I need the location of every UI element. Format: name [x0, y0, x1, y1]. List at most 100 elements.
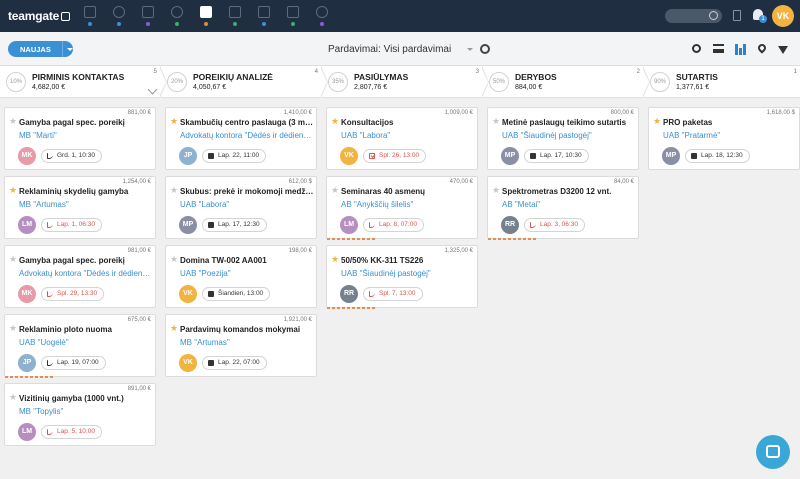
- deal-title[interactable]: Skambučių centro paslauga (3 mėn.): [180, 118, 314, 127]
- deal-company-link[interactable]: UAB "Labora": [180, 200, 314, 209]
- star-icon[interactable]: ★: [170, 186, 178, 195]
- deal-title[interactable]: Reklaminio ploto nuoma: [19, 325, 153, 334]
- deal-company-link[interactable]: UAB "Šiaudinėj pastogėj": [341, 269, 475, 278]
- dashboard-icon[interactable]: [82, 4, 98, 28]
- board-view-icon[interactable]: [735, 44, 746, 55]
- new-deal-button[interactable]: NAUJAS: [8, 41, 73, 57]
- deal-title[interactable]: Reklaminių skydelių gamyba: [19, 187, 153, 196]
- chat-button[interactable]: [756, 435, 790, 469]
- app-logo[interactable]: teamgate: [8, 9, 71, 23]
- deal-company-link[interactable]: UAB "Labora": [341, 131, 475, 140]
- next-activity-badge[interactable]: Spl. 7, 13:00: [363, 287, 423, 301]
- stage-header[interactable]: 35% PASIŪLYMAS 2,807,76 € 3: [322, 66, 489, 98]
- deal-company-link[interactable]: UAB "Uogelė": [19, 338, 153, 347]
- next-activity-badge[interactable]: Spl. 26, 13:00: [363, 149, 427, 163]
- deal-card[interactable]: 1,254,00 € ★ Reklaminių skydelių gamyba MB …: [4, 176, 156, 239]
- deal-title[interactable]: Gamyba pagal spec. poreikį: [19, 118, 153, 127]
- deal-title[interactable]: Skubus: prekė ir mokomoji medžiaga: [180, 187, 314, 196]
- star-icon[interactable]: ★: [9, 393, 17, 402]
- owner-avatar[interactable]: JP: [179, 147, 197, 165]
- star-icon[interactable]: ★: [492, 186, 500, 195]
- deal-card[interactable]: 1,921,00 € ★ Pardavimų komandos mokymai MB …: [165, 314, 317, 377]
- next-activity-badge[interactable]: Lap. 17, 12:30: [202, 218, 267, 232]
- deal-card[interactable]: 981,00 € ★ Gamyba pagal spec. poreikį Advok…: [4, 245, 156, 308]
- deal-card[interactable]: 1,009,00 € ★ Konsultacijos UAB "Labora" VK Sp…: [326, 107, 478, 170]
- deal-company-link[interactable]: Advokatų kontora "Dėdės ir dėdienės": [19, 269, 153, 278]
- reports-icon[interactable]: [314, 4, 330, 28]
- stage-header[interactable]: 50% DERYBOS 884,00 € 2: [483, 66, 650, 98]
- gear-icon[interactable]: [480, 44, 490, 54]
- deal-title[interactable]: Gamyba pagal spec. poreikį: [19, 256, 153, 265]
- star-icon[interactable]: ★: [170, 255, 178, 264]
- deal-title[interactable]: 50/50% KK-311 TS226: [341, 256, 475, 265]
- calendar-icon[interactable]: [227, 4, 243, 28]
- map-pin-icon[interactable]: [756, 42, 768, 54]
- star-icon[interactable]: ★: [653, 117, 661, 126]
- deal-card[interactable]: 1,410,00 € ★ Skambučių centro paslauga (3 …: [165, 107, 317, 170]
- star-icon[interactable]: ★: [492, 117, 500, 126]
- collapse-icon[interactable]: [147, 84, 158, 95]
- next-activity-badge[interactable]: Grd. 1, 10:30: [41, 149, 102, 163]
- deal-company-link[interactable]: MB "Topylis": [19, 407, 153, 416]
- owner-avatar[interactable]: RR: [340, 285, 358, 303]
- next-activity-badge[interactable]: Lap. 17, 10:30: [524, 149, 589, 163]
- star-icon[interactable]: ★: [170, 117, 178, 126]
- owner-avatar[interactable]: MP: [179, 216, 197, 234]
- star-icon[interactable]: ★: [9, 117, 17, 126]
- deal-title[interactable]: PRO paketas: [663, 118, 797, 127]
- deal-company-link[interactable]: UAB "Poezija": [180, 269, 314, 278]
- document-icon[interactable]: [733, 10, 741, 21]
- lock-icon[interactable]: [256, 4, 272, 28]
- next-activity-badge[interactable]: Lap. 5, 10:00: [41, 425, 102, 439]
- deal-company-link[interactable]: UAB "Pratarmė": [663, 131, 797, 140]
- global-search-input[interactable]: [665, 9, 722, 23]
- deal-card[interactable]: 800,00 € ★ Metinė paslaugų teikimo sutarti…: [487, 107, 639, 170]
- deal-card[interactable]: 470,00 € ★ Seminaras 40 asmenų AB "Anykščių…: [326, 176, 478, 240]
- pipeline-selector[interactable]: Pardavimai: Visi pardavimai: [328, 44, 451, 55]
- next-activity-badge[interactable]: Lap. 22, 07:00: [202, 356, 267, 370]
- star-icon[interactable]: ★: [331, 255, 339, 264]
- pipeline-dropdown-icon[interactable]: [467, 48, 473, 51]
- deal-card[interactable]: 675,00 € ★ Reklaminio ploto nuoma UAB "Uoge…: [4, 314, 156, 378]
- owner-avatar[interactable]: MK: [18, 147, 36, 165]
- deal-company-link[interactable]: AB "Metai": [502, 200, 636, 209]
- star-icon[interactable]: ★: [331, 117, 339, 126]
- next-activity-badge[interactable]: Lap. 22, 11:00: [202, 149, 267, 163]
- deal-card[interactable]: 612,00 $ ★ Skubus: prekė ir mokomoji medži…: [165, 176, 317, 239]
- owner-avatar[interactable]: RR: [501, 216, 519, 234]
- deal-title[interactable]: Seminaras 40 asmenų: [341, 187, 475, 196]
- deal-card[interactable]: 891,00 € ★ Vizitinių gamyba (1000 vnt.) MB …: [4, 383, 156, 446]
- deal-title[interactable]: Metinė paslaugų teikimo sutartis: [502, 118, 636, 127]
- deal-title[interactable]: Vizitinių gamyba (1000 vnt.): [19, 394, 153, 403]
- target-icon[interactable]: [111, 4, 127, 28]
- deal-title[interactable]: Konsultacijos: [341, 118, 475, 127]
- documents-icon[interactable]: [285, 4, 301, 28]
- deal-title[interactable]: Domina TW-002 AA001: [180, 256, 314, 265]
- contacts-icon[interactable]: [140, 4, 156, 28]
- deal-card[interactable]: 198,00 € ★ Domina TW-002 AA001 UAB "Poezija…: [165, 245, 317, 308]
- deal-company-link[interactable]: UAB "Šiaudinėj pastogėj": [502, 131, 636, 140]
- stage-header[interactable]: 20% POREIKIŲ ANALIZĖ 4,050,67 € 4: [161, 66, 328, 98]
- deal-title[interactable]: Pardavimų komandos mokymai: [180, 325, 314, 334]
- next-activity-badge[interactable]: Šiandien, 13:00: [202, 287, 271, 301]
- filter-icon[interactable]: [778, 46, 788, 54]
- deal-card[interactable]: 1,618,00 $ ★ PRO paketas UAB "Pratarmė" MP La…: [648, 107, 800, 170]
- next-activity-badge[interactable]: Lap. 3, 06:30: [524, 218, 585, 232]
- deal-company-link[interactable]: AB "Anykščių šilelis": [341, 200, 475, 209]
- star-icon[interactable]: ★: [9, 324, 17, 333]
- star-icon[interactable]: ★: [170, 324, 178, 333]
- deals-icon[interactable]: [198, 4, 214, 40]
- star-icon[interactable]: ★: [9, 255, 17, 264]
- owner-avatar[interactable]: MP: [662, 147, 680, 165]
- deal-card[interactable]: 881,00 € ★ Gamyba pagal spec. poreikį MB "M…: [4, 107, 156, 170]
- owner-avatar[interactable]: LM: [18, 423, 36, 441]
- deal-company-link[interactable]: Advokatų kontora "Dėdės ir dėdienės": [180, 131, 314, 140]
- next-activity-badge[interactable]: Lap. 1, 06:30: [41, 218, 102, 232]
- owner-avatar[interactable]: JP: [18, 354, 36, 372]
- owner-avatar[interactable]: LM: [18, 216, 36, 234]
- list-view-icon[interactable]: [713, 44, 724, 53]
- deal-card[interactable]: 1,325,00 € ★ 50/50% KK-311 TS226 UAB "Šiaud…: [326, 245, 478, 309]
- owner-avatar[interactable]: LM: [340, 216, 358, 234]
- owner-avatar[interactable]: VK: [340, 147, 358, 165]
- search-icon[interactable]: [692, 44, 701, 53]
